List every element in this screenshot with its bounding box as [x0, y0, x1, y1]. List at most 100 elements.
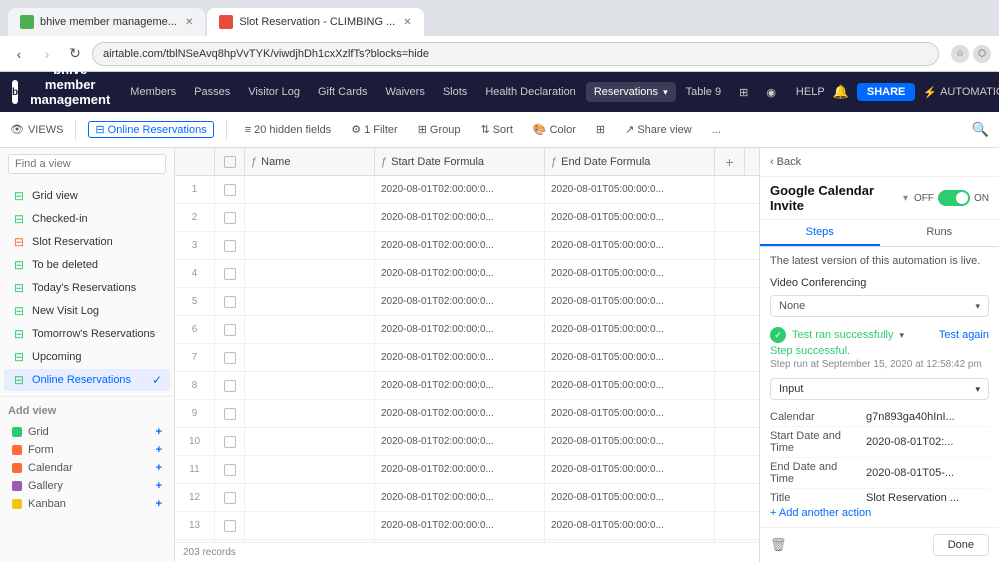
cell-checkbox[interactable]	[215, 232, 245, 259]
cell-name[interactable]	[245, 428, 375, 455]
find-view-input[interactable]	[8, 154, 166, 174]
cell-end-date[interactable]: 2020-08-01T05:00:00:0...	[545, 344, 715, 371]
col-header-start[interactable]: ƒ Start Date Formula	[375, 148, 545, 175]
nav-passes[interactable]: Passes	[186, 82, 238, 102]
group-button[interactable]: ⊞ Group	[412, 121, 467, 138]
cell-checkbox[interactable]	[215, 372, 245, 399]
table-row[interactable]: 1 2020-08-01T02:00:00:0... 2020-08-01T05…	[175, 176, 759, 204]
sidebar-item-to-be-deleted[interactable]: ⊟ To be deleted	[4, 254, 170, 276]
automation-toggle[interactable]	[938, 190, 970, 206]
tab2-close[interactable]: ✕	[403, 17, 411, 28]
cell-checkbox[interactable]	[215, 456, 245, 483]
cell-name[interactable]	[245, 400, 375, 427]
cell-name[interactable]	[245, 316, 375, 343]
automations-button[interactable]: ⚡ AUTOMATIONS	[923, 86, 999, 99]
cell-start-date[interactable]: 2020-08-01T02:00:00:0...	[375, 288, 545, 315]
cell-end-date[interactable]: 2020-08-01T05:00:00:0...	[545, 260, 715, 287]
sort-button[interactable]: ⇅ Sort	[474, 121, 518, 138]
share-button[interactable]: SHARE	[857, 83, 916, 101]
tab-steps[interactable]: Steps	[760, 220, 880, 246]
bookmark-icon[interactable]: ☆	[951, 45, 969, 63]
nav-slots[interactable]: Slots	[435, 82, 475, 102]
cell-end-date[interactable]: 2020-08-01T05:00:00:0...	[545, 232, 715, 259]
cell-checkbox[interactable]	[215, 288, 245, 315]
tab1-close[interactable]: ✕	[185, 17, 193, 28]
cell-start-date[interactable]: 2020-08-01T02:00:00:0...	[375, 204, 545, 231]
input-dropdown[interactable]: Input ▾	[770, 378, 989, 400]
cell-checkbox[interactable]	[215, 260, 245, 287]
test-again-button[interactable]: Test again	[939, 329, 989, 341]
table-row[interactable]: 3 2020-08-01T02:00:00:0... 2020-08-01T05…	[175, 232, 759, 260]
browser-tab-1[interactable]: bhive member manageme... ✕	[8, 8, 205, 36]
table-row[interactable]: 6 2020-08-01T02:00:00:0... 2020-08-01T05…	[175, 316, 759, 344]
nav-icon-2[interactable]: ◉	[758, 82, 784, 103]
cell-name[interactable]	[245, 260, 375, 287]
cell-start-date[interactable]: 2020-08-01T02:00:00:0...	[375, 232, 545, 259]
video-conf-dropdown[interactable]: None ▾	[770, 295, 989, 317]
back-button[interactable]: ‹	[8, 43, 30, 65]
cell-start-date[interactable]: 2020-08-01T02:00:00:0...	[375, 176, 545, 203]
share-view-button[interactable]: ↗ Share view	[619, 121, 698, 138]
table-row[interactable]: 10 2020-08-01T02:00:00:0... 2020-08-01T0…	[175, 428, 759, 456]
col-header-add[interactable]: +	[715, 148, 745, 175]
filter-button[interactable]: ⚙ 1 Filter	[345, 121, 404, 138]
nav-icon-1[interactable]: ⊞	[731, 82, 756, 103]
nav-health[interactable]: Health Declaration	[477, 82, 584, 102]
table-row[interactable]: 12 2020-08-01T02:00:00:0... 2020-08-01T0…	[175, 484, 759, 512]
cell-end-date[interactable]: 2020-08-01T05:00:00:0...	[545, 428, 715, 455]
sidebar-item-grid-view[interactable]: ⊟ Grid view	[4, 185, 170, 207]
nav-table9[interactable]: Table 9	[678, 82, 729, 102]
extensions-icon[interactable]: ⬡	[973, 45, 991, 63]
search-button[interactable]: 🔍	[972, 121, 989, 138]
table-row[interactable]: 11 2020-08-01T02:00:00:0... 2020-08-01T0…	[175, 456, 759, 484]
table-row[interactable]: 4 2020-08-01T02:00:00:0... 2020-08-01T05…	[175, 260, 759, 288]
table-row[interactable]: 2 2020-08-01T02:00:00:0... 2020-08-01T05…	[175, 204, 759, 232]
cell-end-date[interactable]: 2020-08-01T05:00:00:0...	[545, 400, 715, 427]
cell-checkbox[interactable]	[215, 316, 245, 343]
col-header-end[interactable]: ƒ End Date Formula	[545, 148, 715, 175]
nav-gift-cards[interactable]: Gift Cards	[310, 82, 376, 102]
cell-end-date[interactable]: 2020-08-01T05:00:00:0...	[545, 372, 715, 399]
tab-runs[interactable]: Runs	[880, 220, 999, 246]
views-toggle[interactable]: 👁 VIEWS	[10, 123, 63, 136]
nav-reservations[interactable]: Reservations ▾	[586, 82, 676, 102]
sidebar-item-slot-reservation[interactable]: ⊟ Slot Reservation	[4, 231, 170, 253]
sidebar-item-tomorrows-reservations[interactable]: ⊟ Tomorrow's Reservations	[4, 323, 170, 345]
cell-name[interactable]	[245, 456, 375, 483]
add-view-kanban[interactable]: Kanban +	[8, 495, 166, 513]
browser-tab-2[interactable]: Slot Reservation - CLIMBING ... ✕	[207, 8, 423, 36]
col-header-name[interactable]: ƒ Name	[245, 148, 375, 175]
cell-checkbox[interactable]	[215, 484, 245, 511]
cell-checkbox[interactable]	[215, 428, 245, 455]
cell-name[interactable]	[245, 372, 375, 399]
cell-end-date[interactable]: 2020-08-01T05:00:00:0...	[545, 512, 715, 539]
notification-icon[interactable]: 🔔	[833, 84, 849, 100]
nav-visitor-log[interactable]: Visitor Log	[240, 82, 308, 102]
cell-end-date[interactable]: 2020-08-01T05:00:00:0...	[545, 288, 715, 315]
delete-button[interactable]: 🗑	[770, 537, 787, 553]
cell-checkbox[interactable]	[215, 204, 245, 231]
fields-button[interactable]: ⊞	[590, 121, 611, 138]
table-row[interactable]: 13 2020-08-01T02:00:00:0... 2020-08-01T0…	[175, 512, 759, 540]
sidebar-item-new-visit-log[interactable]: ⊟ New Visit Log	[4, 300, 170, 322]
cell-end-date[interactable]: 2020-08-01T05:00:00:0...	[545, 484, 715, 511]
rp-back-button[interactable]: ‹ Back	[770, 156, 801, 168]
add-view-grid[interactable]: Grid +	[8, 423, 166, 441]
done-button[interactable]: Done	[933, 534, 989, 556]
view-name-tag[interactable]: ⊟ Online Reservations	[88, 121, 213, 138]
cell-end-date[interactable]: 2020-08-01T05:00:00:0...	[545, 456, 715, 483]
cell-end-date[interactable]: 2020-08-01T05:00:00:0...	[545, 176, 715, 203]
cell-start-date[interactable]: 2020-08-01T02:00:00:0...	[375, 512, 545, 539]
add-another-action[interactable]: + Add another action	[760, 503, 999, 527]
cell-start-date[interactable]: 2020-08-01T02:00:00:0...	[375, 400, 545, 427]
cell-end-date[interactable]: 2020-08-01T05:00:00:0...	[545, 204, 715, 231]
add-view-calendar[interactable]: Calendar +	[8, 459, 166, 477]
header-checkbox[interactable]	[224, 156, 236, 168]
sidebar-item-todays-reservations[interactable]: ⊟ Today's Reservations	[4, 277, 170, 299]
nav-waivers[interactable]: Waivers	[378, 82, 433, 102]
url-bar[interactable]	[92, 42, 939, 66]
table-row[interactable]: 9 2020-08-01T02:00:00:0... 2020-08-01T05…	[175, 400, 759, 428]
table-row[interactable]: 5 2020-08-01T02:00:00:0... 2020-08-01T05…	[175, 288, 759, 316]
cell-name[interactable]	[245, 484, 375, 511]
add-view-form[interactable]: Form +	[8, 441, 166, 459]
